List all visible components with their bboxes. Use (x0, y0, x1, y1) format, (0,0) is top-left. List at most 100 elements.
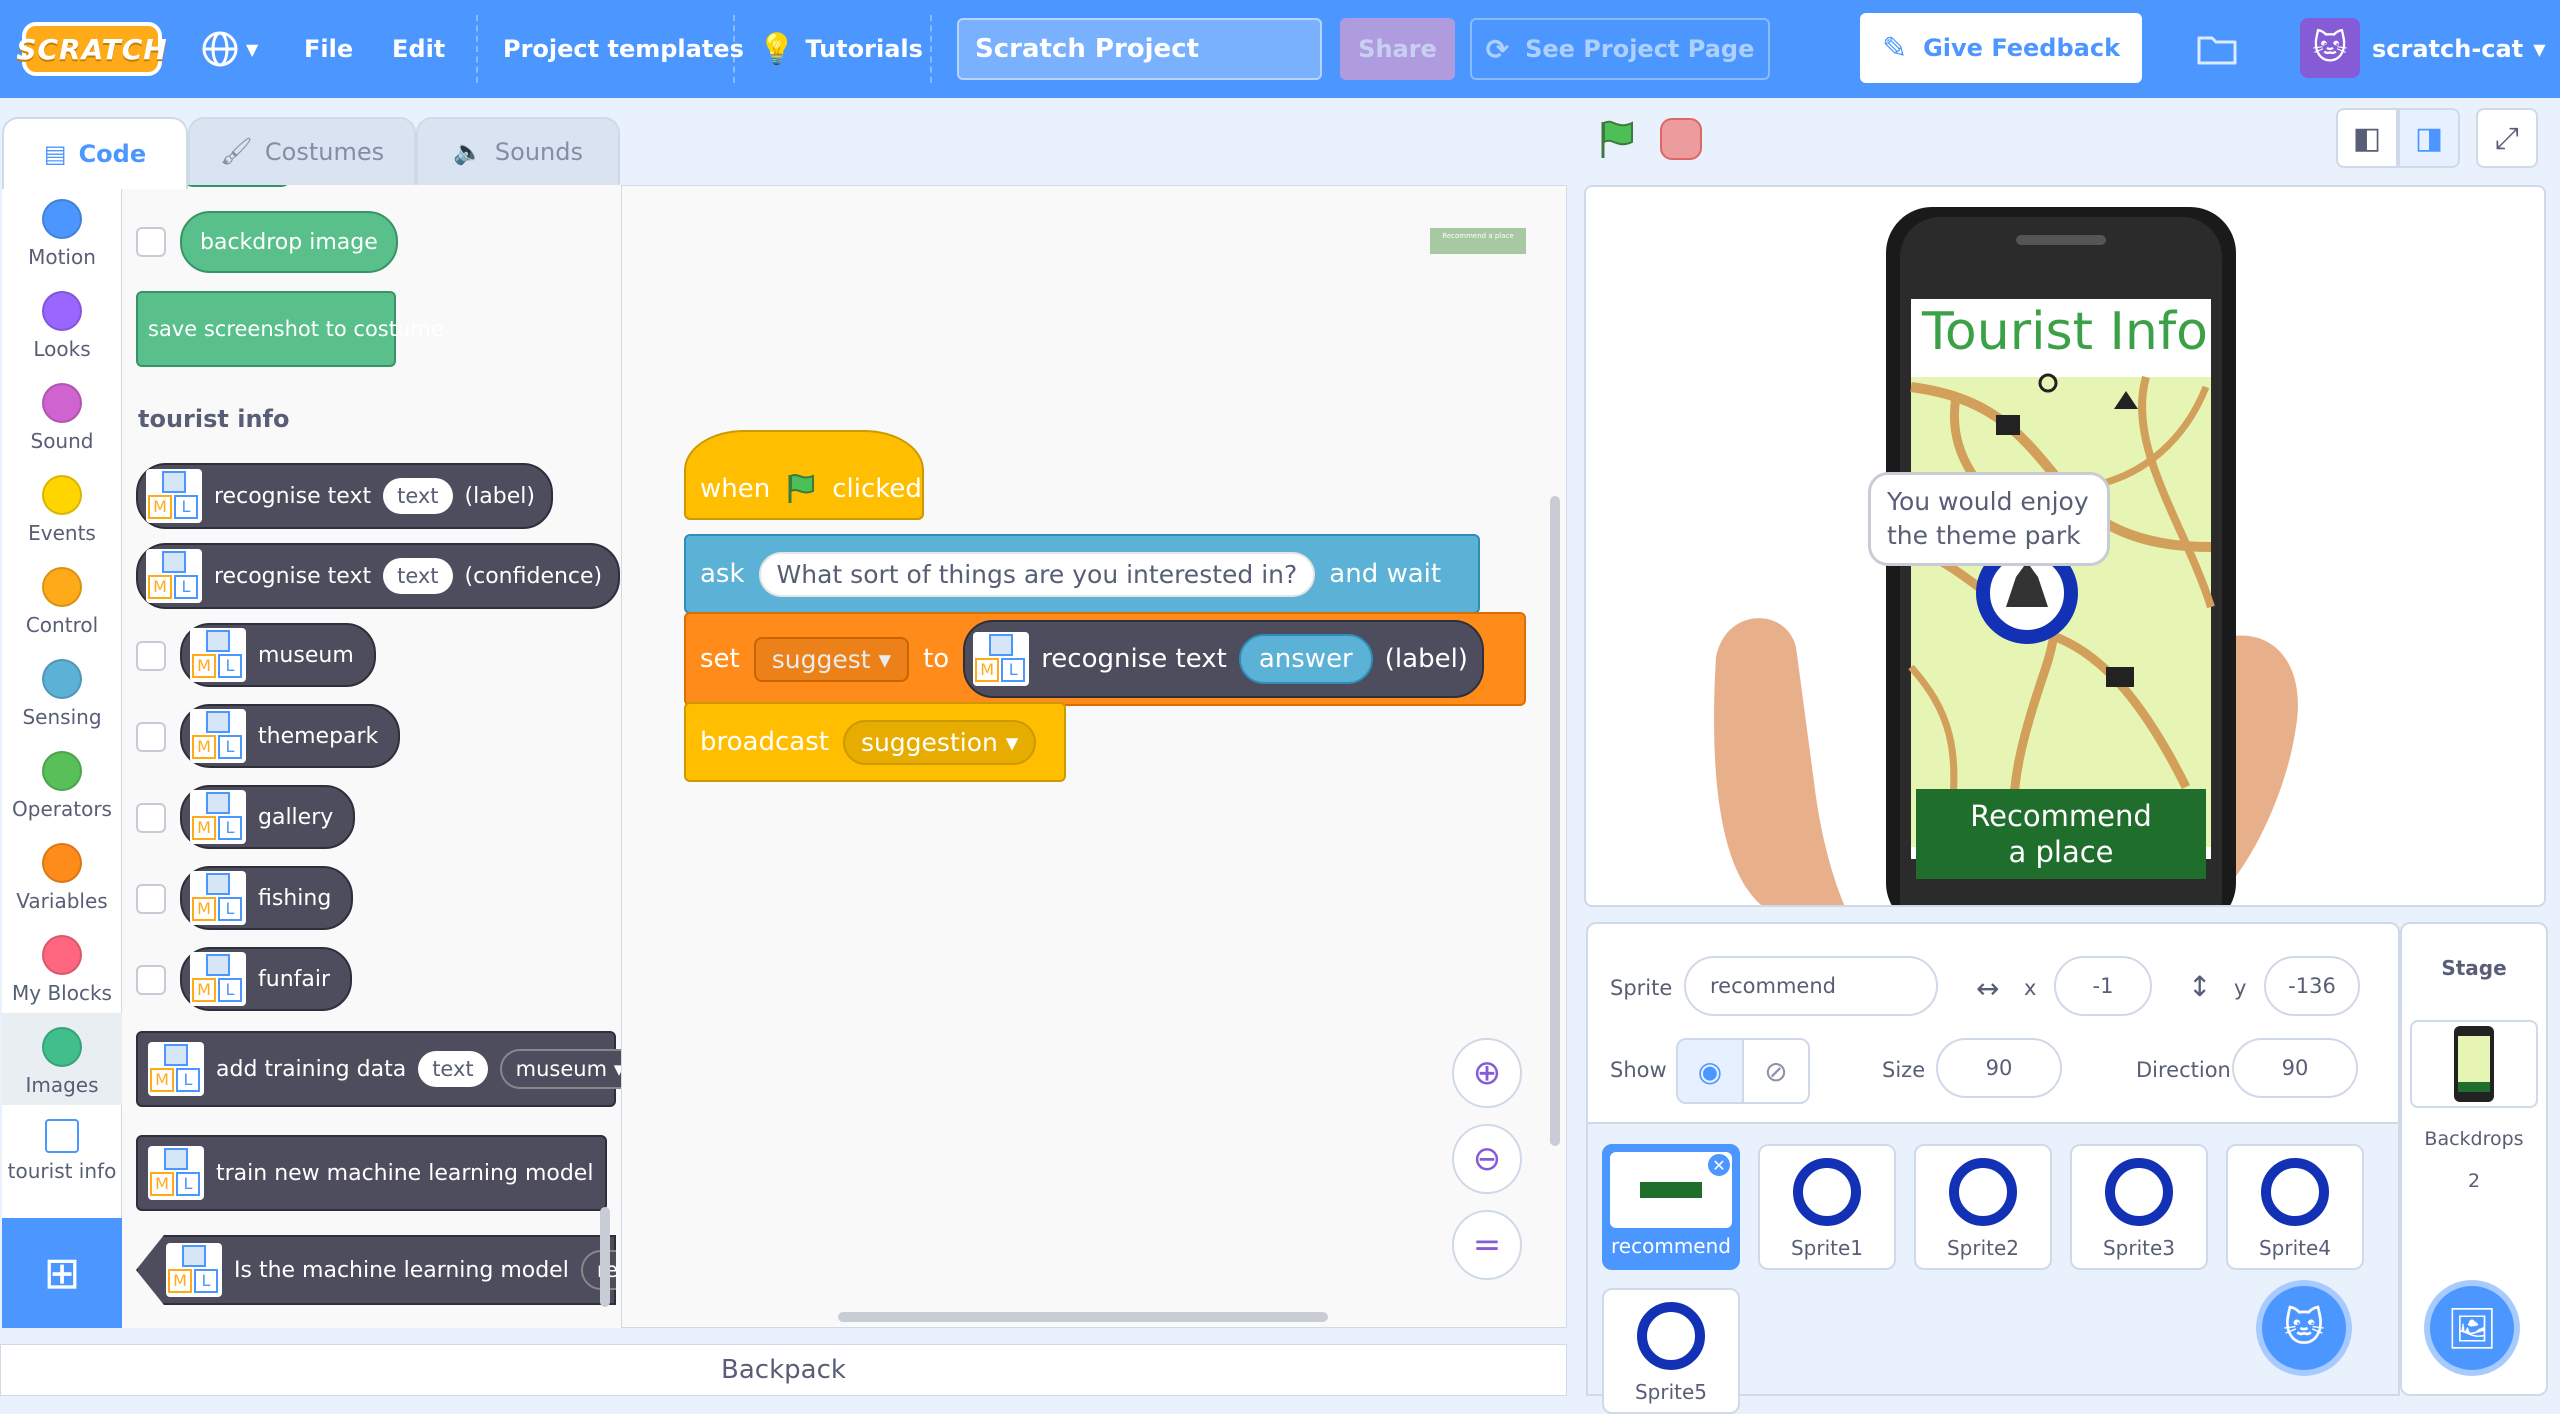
answer-reporter[interactable]: answer (1238, 634, 1373, 684)
edit-menu[interactable]: Edit (392, 0, 445, 98)
large-stage-button[interactable]: ◨ (2398, 108, 2460, 168)
label-reporter-museum[interactable]: M L museum (180, 623, 376, 687)
folder-icon (2197, 36, 2237, 65)
my-stuff-button[interactable] (2196, 0, 2238, 98)
label-name: themepark (258, 723, 379, 749)
ml-icon: ML (190, 871, 246, 925)
category-images[interactable]: Images (2, 1013, 122, 1105)
sprite-tile[interactable]: Sprite2 (1914, 1144, 2052, 1270)
category-looks[interactable]: Looks (2, 277, 122, 369)
stop-button[interactable] (1660, 118, 1702, 160)
category-variables[interactable]: Variables (2, 829, 122, 921)
project-title-input[interactable]: Scratch Project (957, 18, 1322, 80)
add-extension-button[interactable]: ⊞ (2, 1218, 122, 1328)
label-checkbox[interactable] (136, 803, 166, 833)
is-model-ready-block[interactable]: ML Is the machine learning model read (136, 1235, 616, 1305)
text-input[interactable]: text (383, 478, 453, 514)
category-control[interactable]: Control (2, 553, 122, 645)
language-menu[interactable]: ▼ (200, 0, 258, 98)
set-variable-block[interactable]: set suggest ▾ to ML recognise text answe… (684, 612, 1526, 706)
tab-sounds-label: Sounds (494, 138, 583, 166)
script-workspace[interactable]: Recommend a place when clicked ask What … (622, 185, 1567, 1328)
backdrop-thumbnail[interactable] (2410, 1020, 2538, 1108)
label-reporter-fishing[interactable]: M L fishing (180, 866, 354, 930)
project-templates-menu[interactable]: Project templates (503, 0, 744, 98)
zoom-in-button[interactable]: ⊕ (1452, 1038, 1522, 1108)
sprite-tile[interactable]: ✕ recommend (1602, 1144, 1740, 1270)
category-events[interactable]: Events (2, 461, 122, 553)
variable-dropdown[interactable]: suggest ▾ (753, 636, 910, 682)
account-menu[interactable]: scratch-cat ▼ (2372, 0, 2546, 98)
label-checkbox[interactable] (136, 965, 166, 995)
text-input[interactable]: text (383, 558, 453, 594)
sprite-tile[interactable]: Sprite3 (2070, 1144, 2208, 1270)
recognise-text-reporter[interactable]: ML recognise text answer (label) (963, 620, 1484, 698)
vertical-scrollbar[interactable] (1550, 496, 1560, 1146)
delete-sprite-button[interactable]: ✕ (1706, 1152, 1732, 1178)
message-dropdown[interactable]: suggestion ▾ (842, 719, 1037, 765)
training-label-dropdown[interactable]: museum ▾ (499, 1049, 621, 1089)
label-checkbox[interactable] (136, 884, 166, 914)
scratch-logo[interactable]: SCRATCH (16, 22, 167, 76)
when-flag-clicked-block[interactable]: when clicked (684, 430, 924, 520)
label-reporter-themepark[interactable]: M L themepark (180, 704, 401, 768)
backdrop-image-block[interactable]: backdrop image (180, 211, 398, 273)
see-project-page-button[interactable]: ⟳ See Project Page (1470, 18, 1770, 80)
backpack[interactable]: Backpack (0, 1344, 1567, 1396)
training-text-input[interactable]: text (418, 1051, 488, 1087)
label-reporter-gallery[interactable]: M L gallery (180, 785, 356, 849)
category-my-blocks[interactable]: My Blocks (2, 921, 122, 1013)
label-checkbox[interactable] (136, 722, 166, 752)
recognise-text-label-block[interactable]: ML recognise text text (label) (136, 463, 553, 529)
train-model-block[interactable]: ML train new machine learning model (136, 1135, 608, 1211)
zoom-out-button[interactable]: ⊖ (1452, 1124, 1522, 1194)
ask-and-wait-block[interactable]: ask What sort of things are you interest… (684, 534, 1480, 614)
block-palette: backdrop image save screenshot to costum… (122, 185, 622, 1328)
recognise-text-confidence-block[interactable]: ML recognise text text (confidence) (136, 543, 621, 609)
backdrop-image-checkbox[interactable] (136, 227, 166, 257)
sprite-tile[interactable]: Sprite4 (2226, 1144, 2364, 1270)
ml-icon: ML (190, 628, 246, 682)
sprite-tile[interactable]: Sprite5 (1602, 1288, 1740, 1414)
sprite-tile[interactable]: Sprite1 (1758, 1144, 1896, 1270)
horizontal-scrollbar[interactable] (838, 1312, 1328, 1322)
give-feedback-button[interactable]: ✎ Give Feedback (1860, 13, 2142, 83)
label-checkbox[interactable] (136, 641, 166, 671)
user-avatar[interactable]: 🐱 (2300, 18, 2360, 78)
hide-sprite-button[interactable]: ⊘ (1742, 1038, 1810, 1104)
fullscreen-button[interactable]: ⤢ (2476, 108, 2538, 168)
category-sensing[interactable]: Sensing (2, 645, 122, 737)
zoom-reset-button[interactable]: = (1452, 1210, 1522, 1280)
tutorials-menu[interactable]: 💡 Tutorials (758, 0, 923, 98)
tab-code[interactable]: ▤ Code (2, 117, 188, 189)
choose-backdrop-button[interactable]: 🖼 (2424, 1280, 2520, 1376)
category-motion[interactable]: Motion (2, 185, 122, 277)
choose-sprite-button[interactable]: 🐱 (2256, 1280, 2352, 1376)
show-sprite-button[interactable]: ◉ (1676, 1038, 1744, 1104)
y-input[interactable]: -136 (2264, 956, 2360, 1016)
stage-canvas[interactable]: Tourist Info You would enjoy the theme p… (1584, 185, 2546, 907)
broadcast-block[interactable]: broadcast suggestion ▾ (684, 702, 1066, 782)
palette-scrollbar[interactable] (600, 1207, 610, 1307)
green-flag-button[interactable] (1595, 118, 1637, 160)
small-stage-button[interactable]: ◧ (2336, 108, 2398, 168)
x-input[interactable]: -1 (2054, 956, 2152, 1016)
sprite-name-input[interactable]: recommend (1684, 956, 1938, 1016)
category-sound[interactable]: Sound (2, 369, 122, 461)
eye-icon: ◉ (1697, 1054, 1723, 1088)
category-tourist-info[interactable]: tourist info (2, 1105, 122, 1197)
tab-costumes[interactable]: 🖌 Costumes (188, 117, 416, 185)
category-label: Images (25, 1073, 99, 1097)
add-training-data-block[interactable]: ML add training data text museum ▾ (136, 1031, 621, 1107)
share-button[interactable]: Share (1340, 18, 1455, 80)
label-reporter-funfair[interactable]: M L funfair (180, 947, 353, 1011)
ask-question-input[interactable]: What sort of things are you interested i… (758, 551, 1316, 597)
tab-sounds[interactable]: 🔈 Sounds (416, 117, 620, 185)
file-menu[interactable]: File (304, 0, 353, 98)
direction-input[interactable]: 90 (2232, 1038, 2358, 1098)
backdrops-count: 2 (2467, 1170, 2481, 1192)
recommend-button[interactable]: Recommend a place (1916, 789, 2206, 879)
save-screenshot-block[interactable]: save screenshot to costume (136, 291, 444, 367)
category-operators[interactable]: Operators (2, 737, 122, 829)
size-input[interactable]: 90 (1936, 1038, 2062, 1098)
